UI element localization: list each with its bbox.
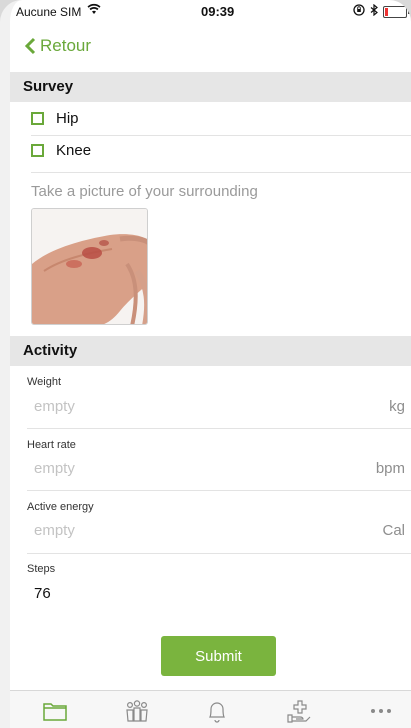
divider: [27, 428, 411, 429]
photo-prompt: Take a picture of your surrounding: [31, 183, 258, 200]
submit-button[interactable]: Submit: [161, 636, 276, 676]
heart-rate-input[interactable]: empty: [34, 460, 75, 477]
medical-hand-icon[interactable]: [286, 699, 311, 723]
active-energy-input[interactable]: empty: [34, 522, 75, 539]
weight-label: Weight: [27, 376, 62, 388]
active-energy-label: Active energy: [27, 501, 94, 513]
tab-bar: [10, 690, 411, 728]
photo-thumbnail[interactable]: [31, 208, 148, 325]
status-right: [353, 3, 410, 19]
app-screen: Aucune SIM 09:39 Retour Survey Hip Knee …: [0, 0, 411, 728]
divider: [27, 490, 411, 491]
nav-bar: Retour: [10, 22, 411, 72]
steps-label: Steps: [27, 563, 56, 575]
option-label: Hip: [56, 110, 79, 127]
hand-photo: [32, 209, 147, 324]
section-header-survey: Survey: [10, 72, 411, 102]
bell-icon[interactable]: [205, 699, 229, 723]
weight-unit: kg: [389, 398, 405, 415]
option-label: Knee: [56, 142, 92, 159]
status-bar: Aucune SIM 09:39: [10, 0, 411, 22]
option-knee[interactable]: Knee: [31, 142, 91, 159]
section-header-activity: Activity: [10, 336, 411, 366]
heart-rate-unit: bpm: [375, 460, 405, 477]
divider: [31, 172, 411, 173]
back-button[interactable]: Retour: [24, 36, 91, 56]
steps-input[interactable]: 76: [34, 585, 51, 602]
divider: [31, 135, 411, 136]
option-hip[interactable]: Hip: [31, 110, 79, 127]
carrier-label: Aucune SIM: [16, 5, 82, 19]
more-icon[interactable]: [368, 699, 392, 723]
checkbox[interactable]: [31, 112, 44, 125]
people-icon[interactable]: [124, 699, 148, 723]
folder-icon[interactable]: [42, 699, 67, 723]
bluetooth-icon: [370, 3, 378, 19]
back-label: Retour: [40, 36, 92, 55]
weight-input[interactable]: empty: [34, 398, 75, 415]
chevron-left-icon: [24, 37, 36, 56]
rotation-lock-icon: [353, 4, 365, 19]
wifi-icon: [87, 3, 101, 18]
clock: 09:39: [201, 4, 235, 19]
heart-rate-label: Heart rate: [27, 439, 76, 451]
battery-icon: [383, 5, 410, 18]
divider: [27, 553, 411, 554]
active-energy-unit: Cal: [382, 522, 405, 539]
checkbox[interactable]: [31, 144, 44, 157]
